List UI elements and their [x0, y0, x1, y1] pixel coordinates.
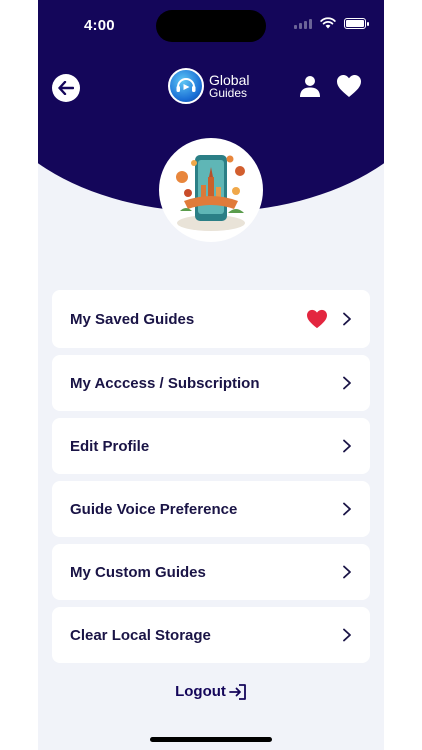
menu-item-access-subscription[interactable]: My Acccess / Subscription: [52, 355, 370, 411]
logout-label: Logout: [175, 683, 226, 700]
app-logo: Global Guides: [168, 68, 249, 104]
menu-item-label: My Acccess / Subscription: [70, 374, 260, 392]
battery-icon: [344, 17, 369, 29]
logo-text-line2: Guides: [209, 86, 248, 100]
chevron-right-icon: [343, 312, 351, 326]
menu-item-label: My Custom Guides: [70, 563, 206, 581]
app-screen: 4:00 Global Guides My Saved Guides My Ac…: [38, 0, 384, 750]
wifi-icon: [320, 17, 336, 29]
favorites-button[interactable]: [336, 74, 364, 100]
status-icons: [294, 17, 369, 29]
menu-item-custom-guides[interactable]: My Custom Guides: [52, 544, 370, 600]
menu-item-label: Guide Voice Preference: [70, 500, 238, 518]
user-icon: [300, 76, 320, 97]
menu-item-saved-guides[interactable]: My Saved Guides: [52, 290, 370, 348]
chevron-right-icon: [343, 628, 351, 642]
menu-item-edit-profile[interactable]: Edit Profile: [52, 418, 370, 474]
menu-item-label: My Saved Guides: [70, 310, 195, 328]
avatar: [159, 138, 263, 242]
chevron-right-icon: [343, 376, 351, 390]
signal-icon: [294, 17, 312, 29]
logout-button[interactable]: Logout: [38, 683, 384, 700]
menu-item-clear-storage[interactable]: Clear Local Storage: [52, 607, 370, 663]
heart-icon: [307, 309, 327, 329]
menu-item-voice-preference[interactable]: Guide Voice Preference: [52, 481, 370, 537]
arrow-left-icon: [58, 81, 74, 95]
status-time: 4:00: [84, 17, 115, 34]
chevron-right-icon: [343, 502, 351, 516]
logout-icon: [229, 683, 246, 700]
heart-icon: [337, 75, 361, 97]
menu-list: My Saved Guides My Acccess / Subscriptio…: [52, 290, 370, 670]
chevron-right-icon: [343, 565, 351, 579]
chevron-right-icon: [343, 439, 351, 453]
menu-item-label: Clear Local Storage: [70, 626, 211, 644]
logo-text-line1: Global: [209, 72, 250, 88]
home-indicator: [150, 737, 272, 742]
menu-item-label: Edit Profile: [70, 437, 150, 455]
profile-button[interactable]: [298, 74, 322, 100]
travel-phone-illustration: [162, 141, 260, 239]
dynamic-island: [156, 10, 266, 42]
back-button[interactable]: [52, 74, 80, 102]
globe-headphones-icon: [168, 68, 204, 104]
